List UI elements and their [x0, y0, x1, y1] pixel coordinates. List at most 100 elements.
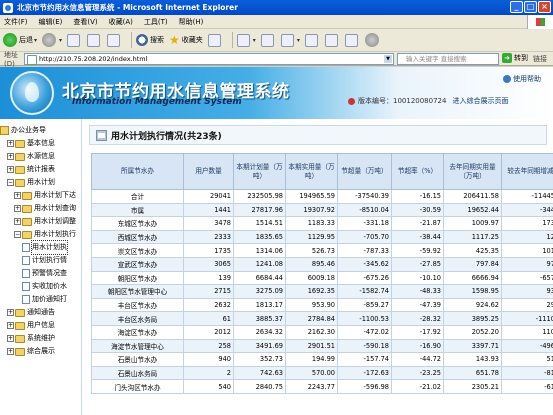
nav-item[interactable]: + 用水计划调整 [0, 215, 81, 228]
table-row[interactable]: 崇文区节水办 1735 1314.06 526.73 -787.33 -59.92 425.… [91, 243, 553, 258]
table-cell: 3478 [183, 216, 234, 231]
nav-item[interactable]: + 统计报表 [0, 163, 81, 176]
url-text: http://210.75.208.202/index.html [39, 55, 148, 63]
nav-item[interactable]: + 用水计划查询 [0, 202, 81, 215]
table-cell: 110. [501, 324, 553, 340]
table-cell: 2243.77 [285, 379, 338, 394]
search-button[interactable]: 搜索 [136, 34, 164, 46]
forward-dropdown-icon[interactable]: ▾ [59, 37, 62, 44]
collapse-icon[interactable]: − [14, 231, 21, 238]
column-header[interactable]: 所属节水办 [91, 153, 184, 190]
expand-icon[interactable]: + [7, 348, 14, 355]
table-row[interactable]: 丰台区节水办 2632 1813.17 953.90 -859.27 -47.39 924.… [91, 297, 553, 313]
favorites-button[interactable]: ★ 收藏夹 [169, 33, 203, 47]
history-button[interactable] [207, 33, 223, 47]
forward-button[interactable]: ▾ [42, 33, 62, 47]
table-row[interactable]: 门头沟区节水办 540 2840.75 2243.77 -596.98 -21.02 230… [91, 379, 553, 394]
table-cell: 940 [183, 352, 234, 367]
research-button[interactable] [324, 33, 340, 47]
expand-icon[interactable]: + [7, 140, 14, 147]
collapse-icon[interactable]: − [7, 179, 14, 186]
table-row[interactable]: 合计 29041 232505.98 194965.59 -37540.39 -16.15… [91, 189, 553, 204]
window-title-bar: 北京市节约用水信息管理系统 - Microsoft Internet Explo… [0, 0, 553, 15]
column-header[interactable]: 用户数量 [183, 153, 234, 190]
expand-icon[interactable]: + [7, 166, 14, 173]
table-row[interactable]: 丰台区水务局 61 3885.37 2784.84 -1100.53 -28.32 3895… [91, 311, 553, 326]
table-row[interactable]: 朝阳区节水办 139 6684.44 6009.18 -675.26 -10.10 6666… [91, 270, 553, 286]
back-dropdown-icon[interactable]: ▾ [34, 37, 37, 44]
nav-item[interactable]: 实收加价水 [0, 280, 81, 293]
nav-item[interactable]: + 水源信息 [0, 150, 81, 163]
nav-item[interactable]: − 用水计划 [0, 176, 81, 189]
maximize-button[interactable]: □ [524, 1, 537, 13]
nav-item[interactable]: + 基本信息 [0, 137, 81, 150]
nav-item[interactable]: + 综合展示 [0, 345, 81, 358]
messenger-button[interactable] [344, 33, 360, 47]
keyword-search-input[interactable]: 输入关键字 直接搜索 [397, 53, 499, 65]
expand-icon[interactable]: + [7, 335, 14, 342]
table-cell: 19652.44 [443, 202, 502, 218]
table-cell: 2012 [183, 324, 234, 340]
menu-favorites[interactable]: 收藏(A) [109, 17, 133, 27]
print-button[interactable] [260, 33, 276, 47]
nav-item[interactable]: + 用水计划下达 [0, 189, 81, 202]
help-link[interactable]: 使用帮助 [503, 74, 541, 84]
mail-button[interactable]: ▾ [236, 33, 256, 47]
menu-tools[interactable]: 工具(T) [144, 17, 168, 27]
nav-item-label: 加价通知打 [32, 295, 67, 303]
stop-button[interactable] [67, 33, 82, 47]
table-row[interactable]: 石景山水务局 2 742.63 570.00 -172.63 -23.25 651.78 -8… [91, 365, 553, 381]
expand-icon[interactable]: + [7, 309, 14, 316]
folder-icon [15, 165, 25, 174]
table-row[interactable]: 西城区节水办 2333 1835.65 1129.95 -705.70 -38.44 111… [91, 229, 553, 245]
url-dropdown-icon[interactable]: ▼ [384, 55, 392, 63]
links-button[interactable]: 链接 [533, 54, 547, 64]
menu-help[interactable]: 帮助(H) [179, 17, 204, 27]
url-field[interactable]: http://210.75.208.202/index.html ▼ [24, 53, 394, 65]
nav-item[interactable]: 用水计划执 [0, 240, 81, 255]
table-row[interactable]: 朝阳区节水管理中心 2715 3275.09 1692.35 -1582.74 -48.3… [91, 284, 553, 299]
nav-item[interactable]: 计划执行情 [0, 254, 81, 267]
menu-view[interactable]: 查看(V) [73, 17, 97, 27]
nav-item[interactable]: 加价通知打 [0, 293, 81, 306]
nav-item[interactable]: + 系统维护 [0, 332, 81, 345]
go-button[interactable]: ➜ 转到 [502, 53, 528, 63]
nav-item[interactable]: + 通知通告 [0, 306, 81, 319]
table-row[interactable]: 海淀区节水办 2012 2634.32 2162.30 -472.02 -17.92 205… [91, 324, 553, 340]
minimize-button[interactable]: _ [510, 1, 523, 13]
refresh-button[interactable] [87, 33, 102, 47]
qq-button[interactable] [364, 33, 381, 47]
table-row[interactable]: 石景山节水办 940 352.73 194.99 -157.74 -44.72 143.93… [91, 352, 553, 367]
menu-edit[interactable]: 编辑(E) [39, 17, 63, 27]
home-button[interactable] [107, 33, 122, 47]
nav-item[interactable]: 预警情况查 [0, 267, 81, 280]
column-header[interactable]: 去年同期实用量（万吨） [443, 153, 502, 190]
menu-file[interactable]: 文件(F) [4, 17, 28, 27]
table-row[interactable]: 宣武区节水办 3065 1241.08 895.46 -345.62 -27.85 797.… [91, 256, 553, 272]
expand-icon[interactable]: + [7, 153, 14, 160]
column-header[interactable]: 本期实用量（万吨） [285, 153, 338, 190]
column-header[interactable]: 节超率（%） [391, 153, 444, 190]
edit-button[interactable]: ▾ [280, 33, 300, 47]
column-header[interactable]: 本期计划量（万吨） [233, 153, 286, 190]
nav-item[interactable]: − 用水计划执行 [0, 228, 81, 241]
table-cell: -705.70 [337, 229, 392, 245]
expand-icon[interactable]: + [14, 218, 21, 225]
expand-icon[interactable]: + [7, 322, 14, 329]
close-button[interactable]: × [538, 1, 551, 13]
table-cell: -16.15 [391, 189, 444, 204]
enter-dashboard-link[interactable]: 进入综合展示页面 [452, 96, 508, 106]
column-header[interactable]: 较去年同期增减 [501, 153, 553, 190]
nav-item[interactable]: 办公业务导 [0, 124, 81, 137]
back-button[interactable]: 后退 ▾ [3, 33, 37, 47]
expand-icon[interactable]: + [14, 205, 21, 212]
table-cell: 1813.17 [233, 297, 286, 313]
column-header[interactable]: 节超量（万吨） [337, 153, 392, 190]
table-row[interactable]: 市属 1441 27817.96 19307.92 -8510.04 -30.59 1965… [91, 202, 553, 218]
expand-icon[interactable]: + [14, 192, 21, 199]
discuss-button[interactable] [304, 33, 320, 47]
table-row[interactable]: 海淀节水管理中心 258 3491.69 2901.51 -590.18 -16.90 33… [91, 338, 553, 354]
table-cell: 1117.25 [443, 229, 502, 245]
nav-item[interactable]: + 用户信息 [0, 319, 81, 332]
table-row[interactable]: 东城区节水办 3478 1514.51 1183.33 -331.18 -21.87 100… [91, 216, 553, 231]
